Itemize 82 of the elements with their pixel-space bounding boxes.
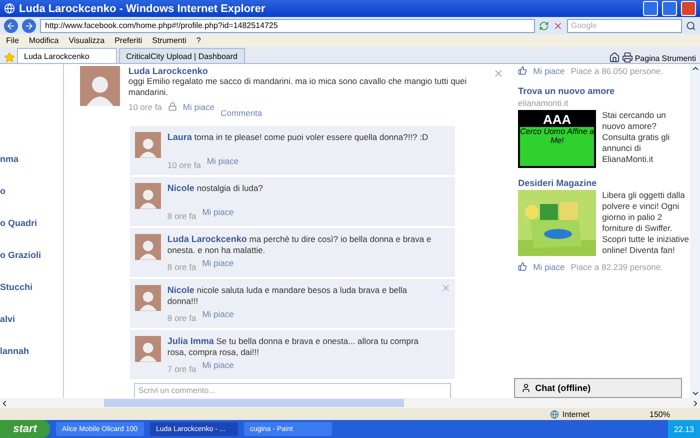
close-button[interactable] xyxy=(681,1,696,16)
chat-label: Chat (offline) xyxy=(535,383,591,393)
clock: 22.13 xyxy=(674,424,694,434)
like-link[interactable]: Mi piace xyxy=(533,262,565,272)
scroll-up-icon[interactable] xyxy=(690,64,700,73)
timestamp: 10 ore fa xyxy=(167,160,201,170)
ad-text: Stai cercando un nuovo amore? Consulta gratis gli annunci di ElianaMonti.it xyxy=(602,110,671,166)
comment-text: Laura torna in te please! come puoi voler essere quella donna?!!? :D xyxy=(167,132,430,143)
person-icon xyxy=(521,383,532,393)
address-field[interactable]: http://www.facebook.com/home.php#!/profile.php?id=1482514725 xyxy=(40,18,535,32)
forward-arrow-icon xyxy=(24,20,34,30)
refresh-icon[interactable] xyxy=(539,20,549,30)
sidebar-item[interactable]: o xyxy=(0,186,64,196)
sidebar-item[interactable]: Stucchi xyxy=(0,282,64,292)
scroll-left-icon[interactable] xyxy=(0,398,9,408)
window-title: Luda Larockcenko - Windows Internet Explorer xyxy=(19,2,266,14)
menu-item[interactable]: ? xyxy=(196,36,201,45)
vertical-scrollbar[interactable] xyxy=(690,64,700,398)
like-link[interactable]: Mi piace xyxy=(533,66,565,76)
timestamp: 10 ore fa xyxy=(128,102,162,112)
person-icon xyxy=(139,239,158,260)
person-icon xyxy=(139,188,158,209)
comment-text: Nicole nostalgia di luda? xyxy=(167,183,264,194)
like-link[interactable]: Mi piace xyxy=(206,156,239,166)
ad-title[interactable]: Trova un nuovo amore xyxy=(518,86,690,96)
home-icon[interactable] xyxy=(608,52,620,63)
horizontal-scrollbar[interactable] xyxy=(0,398,700,408)
timestamp: 8 ore fa xyxy=(167,211,196,221)
sidebar-item[interactable]: nma xyxy=(0,154,64,164)
menu-item[interactable]: Preferiti xyxy=(114,36,142,45)
author-link[interactable]: Luda Larockcenko xyxy=(128,66,482,76)
print-icon[interactable] xyxy=(622,52,633,63)
back-arrow-icon xyxy=(6,20,16,30)
menu-item[interactable]: Modifica xyxy=(28,36,59,45)
banner-text: Cerco Uomo Affine a Me! xyxy=(520,127,594,145)
sidebar-item[interactable]: o Quadri xyxy=(0,218,64,228)
comment-link[interactable]: Commenta xyxy=(220,108,262,118)
chat-bar[interactable]: Chat (offline) xyxy=(514,378,682,398)
person-icon xyxy=(139,137,158,158)
person-icon xyxy=(139,290,158,311)
like-count: Piace a 86.050 persone. xyxy=(570,66,663,76)
back-button[interactable] xyxy=(4,18,18,32)
banner-heading: AAA xyxy=(520,112,594,127)
sidebar-item[interactable]: alvi xyxy=(0,314,64,324)
ad-text: Libera gli oggetti dalla polvere e vinci! Ogni giorno in palio 2 forniture di Swiffer. Scopri tutte le iniziative online! Diventa fan! xyxy=(602,190,690,256)
toolbar-button[interactable]: Strumenti xyxy=(662,54,696,63)
browser-tab[interactable]: Luda Larockcenko xyxy=(17,48,117,63)
thumbs-up-icon[interactable] xyxy=(518,66,528,75)
zoom-status[interactable]: 150% xyxy=(650,410,670,418)
lock-icon xyxy=(168,102,177,111)
globe-icon xyxy=(550,410,560,418)
start-button[interactable]: start xyxy=(0,420,50,438)
browser-tab[interactable]: CriticalCity Upload | Dashboard xyxy=(119,48,245,63)
toolbar-button[interactable]: Pagina xyxy=(634,54,660,63)
scroll-right-icon[interactable] xyxy=(691,398,700,408)
person-icon xyxy=(139,341,158,362)
ad-domain: elianamonti.it xyxy=(518,98,570,108)
menu-item[interactable]: Visualizza xyxy=(68,36,105,45)
menu-item[interactable]: Strumenti xyxy=(152,36,186,45)
ad-title[interactable]: Desideri Magazine xyxy=(518,178,690,188)
forward-button[interactable] xyxy=(22,18,36,32)
comment-text: Nicole nicole saluta luda e mandare besos a luda brava e bella donna!!! xyxy=(167,285,408,307)
sidebar-item[interactable]: lannah xyxy=(0,346,64,356)
zone-status: Internet xyxy=(562,410,590,418)
post-text: oggi Emilio regalato me sacco di mandarini. ma io mica sono cavallo che mangio tutti quei mandarini. xyxy=(128,76,468,98)
browser-icon xyxy=(4,3,15,14)
timestamp: 8 ore fa xyxy=(167,262,196,272)
comment-text: Luda Larockcenko ma perchè tu dire così? io bella donna e brava e onesta. e non ha malattie. xyxy=(167,234,432,256)
stop-icon[interactable] xyxy=(553,20,563,30)
search-icon[interactable] xyxy=(686,20,696,30)
comment-text: Julia Imma Se tu bella donna e brava e onesta... allora tu compra rosa, compra rosa, dai!!! xyxy=(167,336,420,358)
scroll-down-icon[interactable] xyxy=(690,389,700,398)
minimize-button[interactable] xyxy=(643,1,658,16)
menu-item[interactable]: File xyxy=(6,36,19,45)
sidebar-item[interactable]: o Grazioli xyxy=(0,250,64,260)
like-link[interactable]: Mi piace xyxy=(182,102,215,112)
maximize-button[interactable] xyxy=(662,1,677,16)
timestamp: 7 ore fa xyxy=(167,364,196,374)
like-count: Piace a 82.239 persone. xyxy=(570,262,663,272)
timestamp: 8 ore fa xyxy=(167,313,196,323)
thumbs-up-icon[interactable] xyxy=(518,262,528,271)
person-icon xyxy=(86,74,114,106)
